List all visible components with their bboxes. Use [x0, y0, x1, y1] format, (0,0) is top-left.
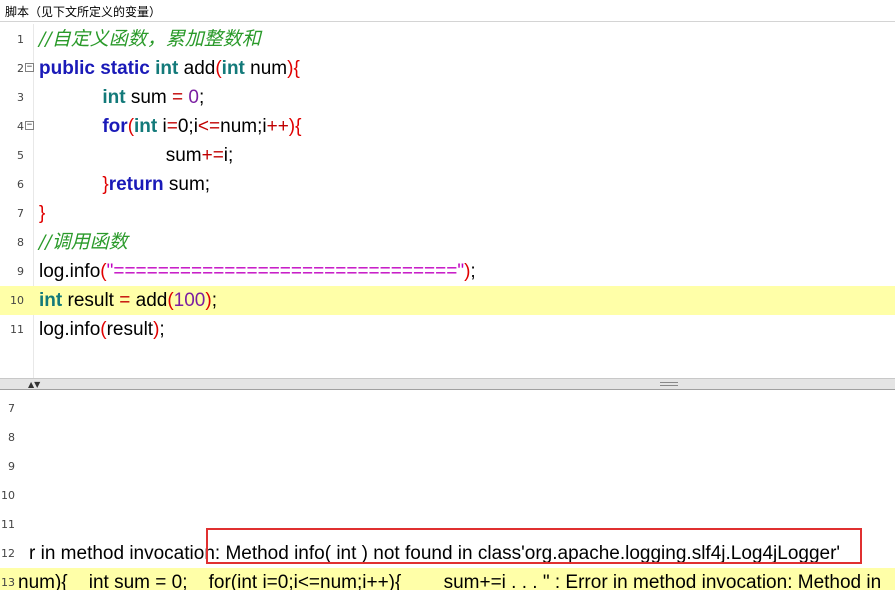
- code-token: }: [39, 203, 46, 224]
- code-text: //自定义函数，累加整数和: [39, 25, 261, 54]
- code-token: result: [106, 319, 154, 340]
- minus-box-icon[interactable]: −: [25, 63, 34, 72]
- code-token: add: [178, 58, 216, 79]
- code-token: sum;: [163, 174, 211, 195]
- code-line[interactable]: 8 //调用函数: [0, 228, 895, 257]
- line-number: 6: [17, 178, 24, 191]
- line-number: 11: [10, 323, 24, 336]
- code-text: //调用函数: [39, 228, 128, 257]
- output-line: 10: [0, 481, 895, 510]
- code-token: for: [102, 116, 128, 137]
- line-number: 5: [17, 149, 24, 162]
- code-text: int result = add(100);: [39, 286, 217, 315]
- code-line[interactable]: 4− for(int i=0;i<=num;i++){: [0, 112, 895, 141]
- code-token: sum: [125, 87, 173, 108]
- code-line[interactable]: 5 sum+=i;: [0, 141, 895, 170]
- output-line: 13 num){ int sum = 0; for(int i=0;i<=num;…: [0, 568, 895, 590]
- output-line-number: 11: [1, 518, 15, 531]
- code-token: log.info: [39, 261, 101, 282]
- code-token: int: [221, 58, 245, 79]
- line-number: 9: [17, 265, 24, 278]
- code-token: ;: [199, 87, 205, 108]
- line-number: 8: [17, 236, 24, 249]
- line-number: 3: [17, 91, 24, 104]
- code-token: i: [157, 116, 167, 137]
- code-text: }: [39, 199, 45, 228]
- code-text: }return sum;: [39, 170, 210, 199]
- code-token: int: [39, 290, 63, 311]
- code-token: =: [119, 290, 131, 311]
- code-token: num: [244, 58, 288, 79]
- code-token: //调用函数: [39, 231, 128, 253]
- code-line[interactable]: 10 int result = add(100);: [0, 286, 895, 315]
- code-token: public static: [39, 58, 156, 79]
- code-token: return: [108, 174, 164, 195]
- code-token: ;: [211, 290, 217, 311]
- line-number: 10: [10, 294, 24, 307]
- minus-box-icon[interactable]: −: [25, 121, 34, 130]
- code-token: int: [102, 87, 126, 108]
- code-token: i;: [223, 145, 234, 166]
- line-number: 2: [17, 62, 24, 75]
- code-token: "===============================": [106, 261, 465, 282]
- code-line[interactable]: 3 int sum = 0;: [0, 83, 895, 112]
- output-line-number: 9: [8, 460, 15, 473]
- code-token: int: [134, 116, 158, 137]
- output-line: 9: [0, 452, 895, 481]
- code-token: ++: [266, 116, 289, 137]
- code-text: for(int i=0;i<=num;i++){: [39, 112, 301, 141]
- code-token: add: [130, 290, 168, 311]
- code-text: log.info(result);: [39, 315, 165, 344]
- code-token: ){: [288, 116, 302, 137]
- code-token: =: [166, 116, 178, 137]
- output-line: 7: [0, 394, 895, 423]
- line-number: 7: [17, 207, 24, 220]
- code-line[interactable]: 11 log.info(result);: [0, 315, 895, 344]
- code-line[interactable]: 2− public static int add(int num){: [0, 54, 895, 83]
- code-token: sum: [39, 145, 202, 166]
- output-line-number: 10: [1, 489, 15, 502]
- code-token: result: [62, 290, 120, 311]
- grip-icon[interactable]: [660, 382, 678, 386]
- code-token: //自定义函数，累加整数和: [39, 28, 261, 50]
- output-line: 8: [0, 423, 895, 452]
- code-token: 0: [188, 87, 199, 108]
- pane-splitter[interactable]: ▲▼: [0, 378, 895, 390]
- line-number: 4: [17, 120, 24, 133]
- code-token: ){: [287, 58, 300, 79]
- output-line-number: 7: [8, 402, 15, 415]
- code-token: 0;i: [177, 116, 198, 137]
- code-line[interactable]: 7}: [0, 199, 895, 228]
- code-token: int: [155, 58, 179, 79]
- code-text: sum+=i;: [39, 141, 234, 170]
- code-text: log.info("==============================…: [39, 257, 476, 286]
- up-down-arrows-icon[interactable]: ▲▼: [28, 379, 40, 390]
- code-token: 100: [173, 290, 206, 311]
- code-text: int sum = 0;: [39, 83, 204, 112]
- error-highlight-box: [206, 528, 862, 564]
- code-token: ;: [470, 261, 476, 282]
- code-editor[interactable]: 1//自定义函数，累加整数和 2− public static int add(in…: [0, 24, 895, 378]
- code-token: ;: [159, 319, 165, 340]
- code-line[interactable]: 1 //自定义函数，累加整数和: [0, 25, 895, 54]
- code-text: public static int add(int num){: [39, 54, 300, 83]
- code-token: =: [172, 87, 184, 108]
- output-text: num){ int sum = 0; for(int i=0;i<=num;i+…: [18, 572, 882, 590]
- code-line[interactable]: 6 }return sum;: [0, 170, 895, 199]
- output-line-number: 8: [8, 431, 15, 444]
- code-line[interactable]: 9 log.info("=============================…: [0, 257, 895, 286]
- output-line-number: 13: [1, 576, 15, 589]
- output-line-number: 12: [1, 547, 15, 560]
- code-token: <=: [197, 116, 221, 137]
- code-token: num;i: [220, 116, 267, 137]
- window-title: 脚本（见下文所定义的变量）: [0, 0, 895, 22]
- code-token: log.info: [39, 319, 101, 340]
- code-token: +=: [201, 145, 224, 166]
- line-number: 1: [17, 33, 24, 46]
